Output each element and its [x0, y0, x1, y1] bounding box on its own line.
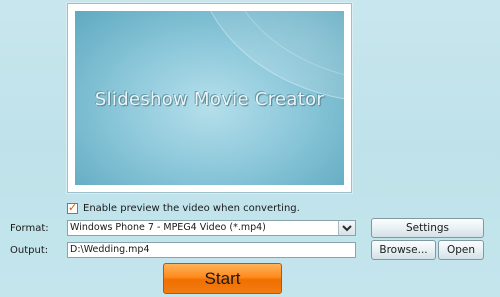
browse-button[interactable]: Browse...	[371, 240, 436, 260]
settings-button[interactable]: Settings	[371, 218, 484, 238]
enable-preview-checkbox[interactable]: ✓	[67, 200, 78, 214]
preview-screen: Slideshow Movie Creator	[75, 11, 344, 185]
start-button[interactable]: Start	[163, 263, 282, 294]
output-label: Output:	[10, 245, 49, 256]
format-label: Format:	[10, 223, 49, 234]
format-select[interactable]: Windows Phone 7 - MPEG4 Video (*.mp4)	[67, 220, 356, 236]
chevron-down-icon	[342, 225, 352, 232]
preview-title: Slideshow Movie Creator	[94, 89, 325, 110]
checkmark-icon: ✓	[68, 200, 78, 214]
output-path-input[interactable]: D:\Wedding.mp4	[67, 242, 356, 258]
format-dropdown-button[interactable]	[338, 221, 355, 235]
open-button[interactable]: Open	[438, 240, 484, 260]
preview-panel: Slideshow Movie Creator	[67, 3, 352, 193]
format-value: Windows Phone 7 - MPEG4 Video (*.mp4)	[70, 222, 266, 233]
enable-preview-label: Enable preview the video when converting…	[83, 202, 300, 214]
enable-preview-option[interactable]: ✓ Enable preview the video when converti…	[67, 201, 300, 215]
